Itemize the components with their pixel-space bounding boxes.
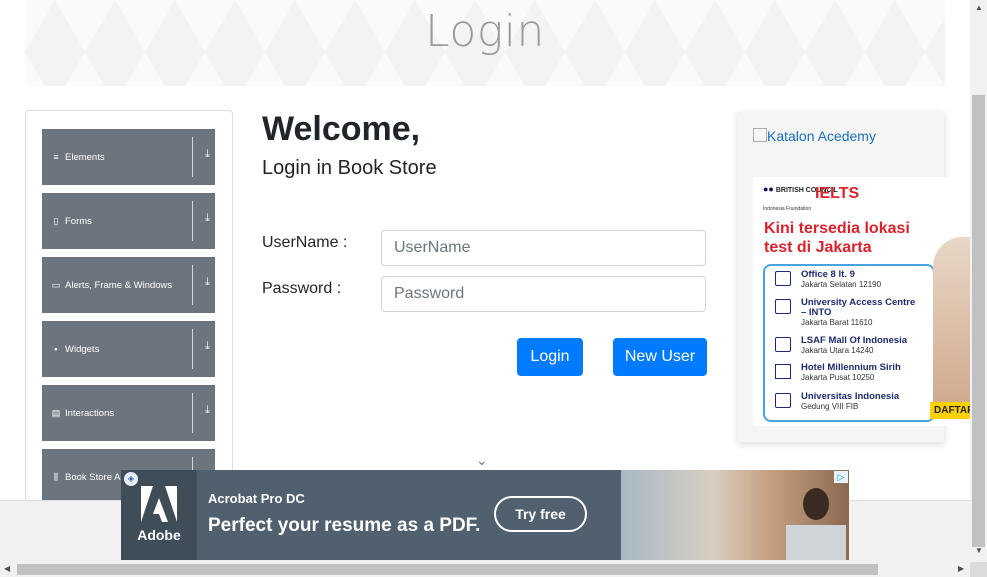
divider <box>192 393 193 433</box>
new-user-button[interactable]: New User <box>613 338 707 376</box>
sidebar-group-interactions[interactable]: ▤ Interactions ⤓ <box>42 385 215 441</box>
login-button[interactable]: Login <box>517 338 583 376</box>
location-item: University Access Centre – INTO Jakarta … <box>801 297 916 328</box>
welcome-heading: Welcome, <box>262 110 421 148</box>
ielts-logo: IELTS <box>815 185 860 202</box>
sidebar-group-elements[interactable]: ≡ Elements ⤓ <box>42 129 215 185</box>
sidebar-group-alerts[interactable]: ▭ Alerts, Frame & Windows ⤓ <box>42 257 215 313</box>
adobe-ad[interactable]: Adobe Acrobat Pro DC Perfect your resume… <box>121 470 849 560</box>
brand-subtitle: Indonesia Foundation <box>763 206 812 212</box>
left-sidebar: ≡ Elements ⤓ ▯ Forms ⤓ ▭ Alerts, Frame &… <box>25 110 233 512</box>
monitor-icon <box>775 299 791 314</box>
adobe-wordmark: Adobe <box>137 527 181 543</box>
expand-icon[interactable]: ⤓ <box>205 148 210 161</box>
scroll-up-arrow-icon[interactable]: ▲ <box>975 3 983 12</box>
monitor-icon <box>775 271 791 286</box>
username-input[interactable] <box>381 230 706 266</box>
photo-laptop <box>786 525 846 560</box>
monitor-icon <box>775 337 791 352</box>
ad-photo <box>621 470 849 560</box>
ad-headline: Perfect your resume as a PDF. <box>208 515 481 536</box>
vertical-scrollbar-thumb[interactable] <box>972 95 985 547</box>
adobe-logo-icon <box>141 486 177 522</box>
sidebar-group-widgets[interactable]: ▪ Widgets ⤓ <box>42 321 215 377</box>
grid-icon: ▪ <box>54 344 58 354</box>
ad-product-name: Acrobat Pro DC <box>208 491 305 506</box>
broken-image-link[interactable]: Katalon Acedemy <box>753 128 876 144</box>
privacy-shield-icon[interactable]: ◈ <box>124 472 138 486</box>
monitor-icon <box>775 393 791 408</box>
username-label: UserName : <box>262 234 348 251</box>
sidebar-group-forms[interactable]: ▯ Forms ⤓ <box>42 193 215 249</box>
scroll-right-arrow-icon[interactable]: ▶ <box>958 564 964 573</box>
broken-image-alt: Katalon Acedemy <box>767 128 876 144</box>
books-icon: ⫼ <box>53 471 59 482</box>
location-item: LSAF Mall Of Indonesia Jakarta Utara 142… <box>801 335 908 356</box>
page-banner: Login <box>25 0 945 86</box>
bars-icon: ≡ <box>53 152 59 162</box>
password-label: Password : <box>262 280 342 297</box>
location-item: Universitas Indonesia Gedung VIII FIB <box>801 391 900 412</box>
location-item: Office 8 lt. 9 Jakarta Selatan 12190 <box>801 269 882 290</box>
expand-icon[interactable]: ⤓ <box>205 212 210 225</box>
window-icon: ▭ <box>51 279 61 290</box>
expand-icon[interactable]: ⤓ <box>205 340 210 353</box>
ad-person-image <box>933 237 970 417</box>
register-cta[interactable]: DAFTAR <box>930 402 970 419</box>
form-icon: ▯ <box>53 215 59 226</box>
scroll-down-arrow-icon[interactable]: ▼ <box>975 546 983 555</box>
scrollbar-corner <box>970 562 987 577</box>
divider <box>192 201 193 241</box>
list-icon: ▤ <box>51 407 61 418</box>
divider <box>192 329 193 369</box>
divider <box>192 265 193 305</box>
ielts-ad[interactable]: ●● BRITISH COUNCIL Indonesia Foundation … <box>753 177 970 426</box>
document-icon <box>775 364 791 379</box>
horizontal-scrollbar-thumb[interactable] <box>17 564 878 575</box>
adchoices-icon[interactable]: ▷ <box>834 471 848 483</box>
expand-icon[interactable]: ⤓ <box>205 276 210 289</box>
page-title: Login <box>425 6 545 57</box>
expand-icon[interactable]: ⤓ <box>205 404 210 417</box>
scroll-left-arrow-icon[interactable]: ◀ <box>4 564 10 573</box>
photo-person <box>803 488 829 520</box>
chevron-down-icon: ⌄ <box>476 452 488 468</box>
password-input[interactable] <box>381 276 706 312</box>
login-subtitle: Login in Book Store <box>262 157 437 179</box>
divider <box>192 137 193 177</box>
broken-image-icon <box>753 128 767 142</box>
ad-headline: Kini tersedia lokasi test di Jakarta <box>764 220 910 256</box>
try-free-button[interactable]: Try free <box>494 496 587 532</box>
location-list: Office 8 lt. 9 Jakarta Selatan 12190 Uni… <box>763 264 935 422</box>
location-item: Hotel Millennium Sirih Jakarta Pusat 102… <box>801 362 901 383</box>
